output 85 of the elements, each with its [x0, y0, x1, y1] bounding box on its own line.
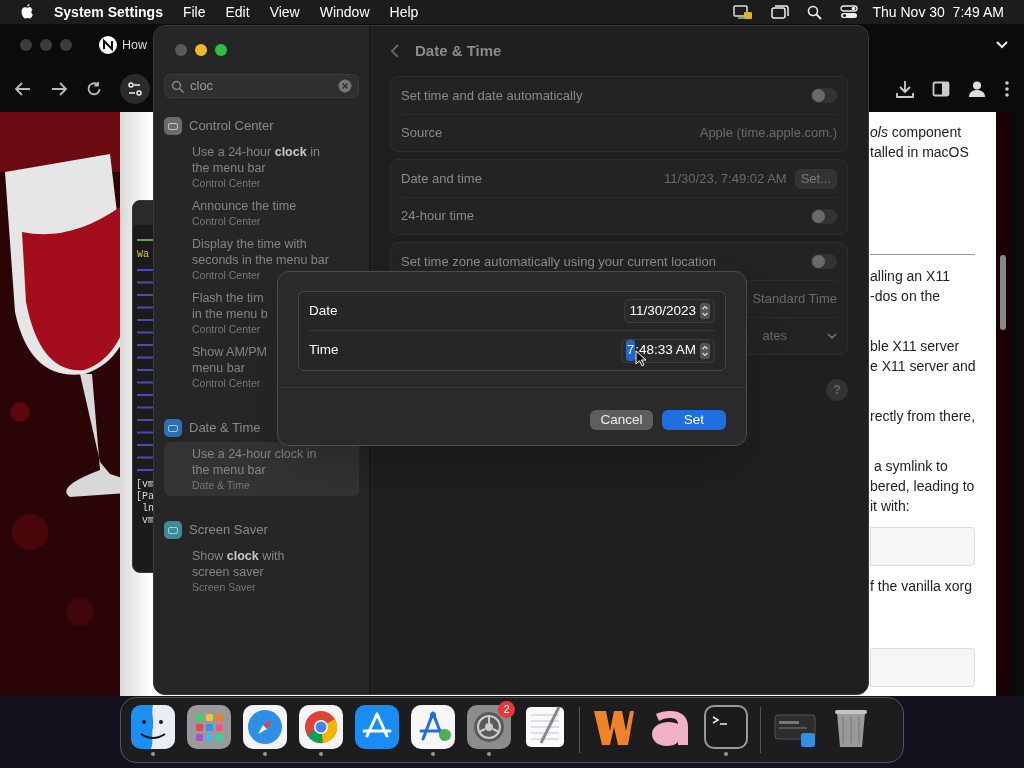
article-text: alling an X11	[870, 267, 951, 286]
set-button[interactable]: Set	[662, 410, 726, 430]
terminal-text: [Pa	[136, 491, 155, 503]
download-icon[interactable]	[896, 80, 914, 98]
toggle-switch[interactable]	[811, 88, 837, 103]
more-menu-icon[interactable]	[1004, 80, 1010, 98]
browser-icon[interactable]	[299, 704, 343, 749]
terminal-icon[interactable]	[704, 704, 748, 749]
chevron-down-icon[interactable]	[996, 41, 1008, 49]
terminal-text: Wa	[137, 249, 149, 261]
menu-item[interactable]: View	[269, 1, 300, 23]
terminal-text: vm	[141, 515, 155, 527]
reload-icon[interactable]	[86, 81, 102, 97]
favicon-icon	[98, 35, 118, 55]
back-arrow-icon[interactable]	[14, 81, 32, 97]
notepad-icon[interactable]	[523, 704, 567, 749]
terminal-text: ln	[141, 503, 155, 515]
stepper-icon[interactable]	[700, 342, 710, 359]
search-result[interactable]: Announce the time Control Center	[164, 194, 359, 232]
search-icon[interactable]	[807, 4, 823, 20]
article-text: it with:	[870, 497, 911, 516]
search-field[interactable]: cloc	[164, 74, 359, 98]
date-field[interactable]: 11/30/2023	[624, 299, 715, 323]
minimize-button[interactable]	[195, 44, 207, 56]
setting-label: Date and time	[401, 169, 482, 188]
category-title[interactable]: Date & Time	[189, 418, 261, 438]
search-result[interactable]: Show clock with screen saver Screen Saver	[164, 544, 359, 598]
apple-logo-icon[interactable]	[20, 4, 34, 20]
field-label: Time	[309, 341, 339, 360]
set-button[interactable]: Set...	[794, 168, 837, 189]
category-title[interactable]: Screen Saver	[189, 520, 268, 540]
menu-item[interactable]: File	[182, 1, 206, 23]
compass-icon[interactable]	[243, 704, 287, 749]
search-result[interactable]: Use a 24-hour clock in the menu bar Date & Time	[164, 442, 359, 496]
setting-label: Set time and date automatically	[401, 86, 583, 105]
app-menu[interactable]: System Settings	[54, 1, 163, 23]
site-settings-icon[interactable]	[120, 74, 150, 104]
tray-icon[interactable]	[733, 4, 754, 20]
control-center-icon[interactable]	[840, 5, 859, 19]
back-chevron-icon[interactable]	[390, 44, 399, 58]
browser-tab[interactable]: How	[122, 35, 147, 55]
setting-value: Standard Time	[752, 290, 837, 309]
setting-label: Set time zone automatically using your current location	[401, 252, 717, 271]
terminal-text: [vm	[136, 479, 155, 491]
setting-value: 11/30/23, 7:49:02 AM	[664, 169, 787, 188]
setting-label: 24-hour time	[401, 207, 474, 226]
stepper-icon[interactable]	[700, 303, 710, 319]
menu-item[interactable]: Window	[319, 1, 370, 23]
menu-item[interactable]: Edit	[225, 1, 250, 23]
chevron-down-icon	[827, 333, 837, 339]
article-text: talled in macOS	[870, 143, 970, 162]
compass-tool-icon[interactable]	[411, 704, 455, 749]
article-text: rectly from there,	[870, 407, 977, 426]
app-grid-icon[interactable]	[187, 704, 231, 749]
app-store-icon[interactable]	[355, 704, 399, 749]
article-text: a symlink to	[872, 457, 949, 476]
toggle-switch[interactable]	[811, 208, 837, 224]
cancel-button[interactable]: Cancel	[590, 410, 653, 430]
article-text: f the vanilla xorg	[870, 577, 973, 596]
search-icon	[171, 79, 184, 93]
menu-item[interactable]: Help	[389, 1, 419, 23]
window-icon[interactable]	[771, 5, 790, 19]
search-result[interactable]: Use a 24-hour clock in the menu bar Control Center	[164, 140, 359, 194]
notification-badge: 2	[498, 700, 515, 718]
side-panel-icon[interactable]	[932, 80, 950, 98]
article-text: ble X11 server	[870, 337, 961, 356]
zoom-button[interactable]	[215, 44, 227, 56]
field-label: Date	[309, 301, 338, 320]
profile-icon[interactable]	[968, 80, 986, 98]
gear-icon[interactable]	[467, 704, 511, 749]
category-title[interactable]: Control Center	[189, 116, 274, 136]
search-result[interactable]: Display the time with seconds in the menu bar Control Center	[164, 232, 359, 286]
page-title: Date & Time	[415, 40, 502, 61]
face-icon[interactable]	[131, 704, 175, 749]
toggle-switch[interactable]	[811, 254, 837, 269]
article-text: bered, leading to	[870, 477, 976, 496]
article-text: e X11 server and	[870, 357, 977, 376]
setting-value: Apple (time.apple.com.)	[699, 124, 837, 143]
forward-arrow-icon[interactable]	[50, 81, 68, 97]
article-text: ols component	[870, 123, 963, 142]
article-text: -dos on the	[870, 287, 942, 306]
scrollbar-thumb[interactable]	[1000, 255, 1006, 330]
clear-search-icon[interactable]	[338, 79, 352, 93]
menu-bar-clock[interactable]: Thu Nov 30 7:49 AM	[872, 1, 1004, 23]
setting-label: Source	[401, 124, 443, 143]
